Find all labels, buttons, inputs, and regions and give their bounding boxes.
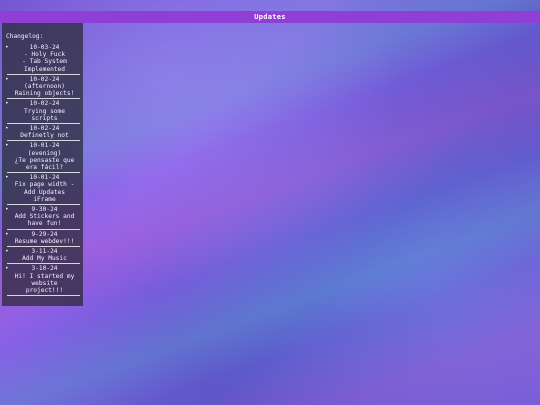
entry-text: Resume webdev!!! <box>14 237 75 245</box>
entry-date: 3-11-24 <box>31 248 58 256</box>
changelog-entry: 9-29-24 Resume webdev!!! <box>2 230 83 248</box>
entry-date: 10-02-24 <box>29 75 60 83</box>
entry-date: 10-03-24 <box>29 44 60 51</box>
entry-text: (afternoon) Raining objects! <box>14 83 75 98</box>
entry-date: 3-10-24 <box>31 265 58 273</box>
entry-text: Hi! I started my website project!!! <box>14 272 75 295</box>
entry-text: Fix page width - Add Updates iFrame <box>14 181 75 203</box>
changelog-list: 10-03-24 - Holy Fuck - Tab System Implem… <box>2 43 83 297</box>
entry-date: 9-30-24 <box>31 206 58 214</box>
entry-text: Add My Music <box>22 255 67 263</box>
entry-date: 10-01-24 <box>29 174 60 182</box>
changelog-entry: 3-10-24 Hi! I started my website project… <box>2 264 83 297</box>
entry-text: Trying some scripts <box>24 107 65 122</box>
changelog-entry: 10-02-24 Definetly not <box>2 124 83 142</box>
changelog-entry: 9-30-24 Add Stickers and have fun! <box>2 205 83 230</box>
changelog-entry: 10-02-24 Trying some scripts <box>2 99 83 124</box>
entry-date: 10-01-24 <box>29 142 60 150</box>
changelog-entry: 10-03-24 - Holy Fuck - Tab System Implem… <box>2 43 83 75</box>
changelog-panel[interactable]: Changelog: 10-03-24 - Holy Fuck - Tab Sy… <box>2 23 83 306</box>
changelog-entry: 10-01-24 Fix page width - Add Updates iF… <box>2 173 83 205</box>
page-title: Updates <box>254 13 286 21</box>
header-bar: Updates <box>0 11 540 23</box>
entry-date: 9-29-24 <box>31 230 58 238</box>
entry-text: - Holy Fuck - Tab System Implemented <box>22 51 67 73</box>
entry-date: 10-02-24 <box>29 125 60 133</box>
changelog-entry: 10-02-24 (afternoon) Raining objects! <box>2 75 83 100</box>
entry-date: 10-02-24 <box>29 100 60 108</box>
entry-text: Definetly not <box>20 132 69 140</box>
changelog-entry: 3-11-24 Add My Music <box>2 247 83 265</box>
entry-text: (evening) ¿Te pensaste que era fácil? <box>14 149 75 172</box>
changelog-heading: Changelog: <box>6 33 44 40</box>
entry-text: Add Stickers and have fun! <box>14 213 75 228</box>
changelog-entry: 10-01-24 (evening) ¿Te pensaste que era … <box>2 141 83 174</box>
